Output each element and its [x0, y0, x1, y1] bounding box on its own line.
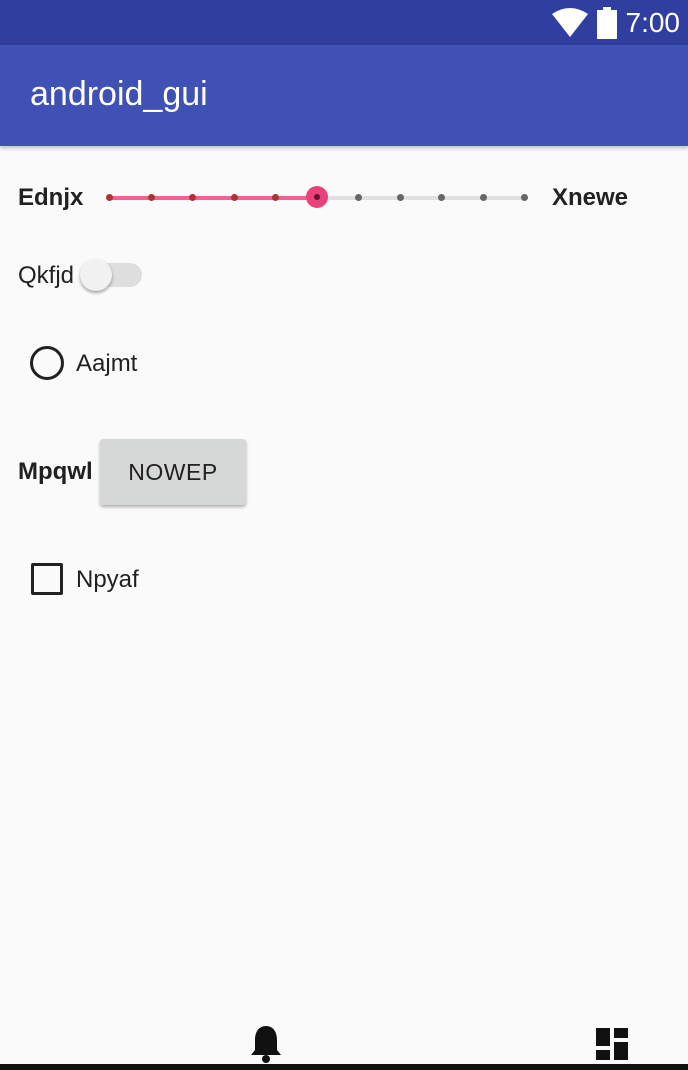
- slider-fill: [109, 196, 317, 200]
- app-title: android_gui: [30, 75, 208, 113]
- slider-thumb-dot: [313, 194, 320, 200]
- status-time: 7:00: [625, 7, 681, 38]
- status-icons: 7:00: [551, 6, 681, 40]
- slider-tick: [272, 194, 279, 201]
- slider-tick: [147, 194, 155, 201]
- status-bar: 7:00: [0, 0, 688, 45]
- slider-tick: [355, 194, 362, 201]
- battery-icon: [596, 7, 617, 39]
- bell-icon[interactable]: [249, 1024, 283, 1064]
- slider-tick: [106, 194, 113, 201]
- dashboard-icon[interactable]: [594, 1026, 630, 1062]
- toggle-switch[interactable]: [80, 258, 144, 294]
- slider-tick: [479, 194, 487, 201]
- button-row-label: Mpqwl: [18, 458, 93, 485]
- nowep-button[interactable]: NOWEP: [100, 439, 246, 505]
- slider-tick: [189, 194, 196, 201]
- slider-tick: [230, 194, 238, 201]
- wifi-icon: [551, 8, 588, 37]
- radio-label[interactable]: Aajmt: [76, 350, 137, 378]
- app-bar: android_gui: [0, 45, 688, 146]
- checkbox[interactable]: [31, 563, 63, 595]
- switch-thumb: [80, 259, 112, 291]
- switch-label: Qkfjd: [18, 262, 75, 289]
- slider-right-label: Xnewe: [552, 184, 629, 211]
- radio-button[interactable]: [30, 346, 64, 380]
- slider-left-label: Ednjx: [18, 184, 84, 211]
- slider-tick: [521, 194, 528, 201]
- bottom-divider: [0, 1064, 688, 1070]
- discrete-slider[interactable]: [100, 178, 540, 218]
- checkbox-label[interactable]: Npyaf: [76, 566, 139, 594]
- slider-thumb[interactable]: [305, 186, 328, 208]
- slider-tick: [438, 194, 445, 201]
- slider-tick: [396, 194, 404, 201]
